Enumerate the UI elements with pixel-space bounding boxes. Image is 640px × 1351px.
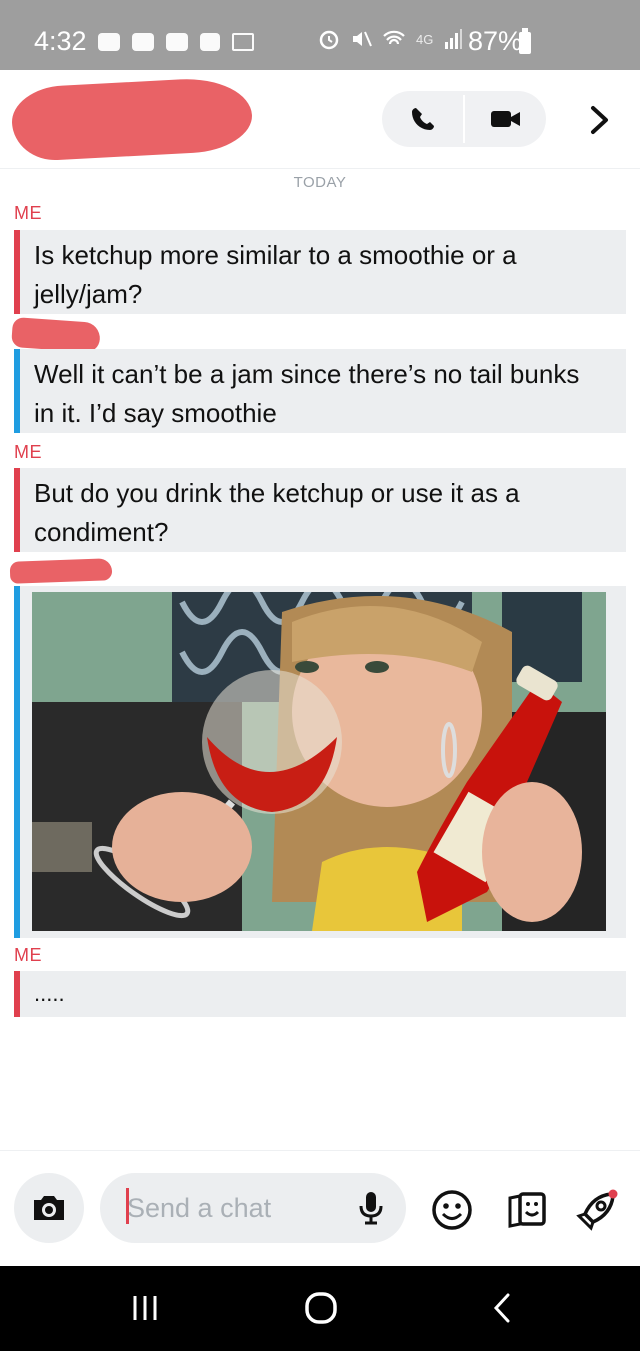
home-button[interactable] bbox=[291, 1286, 351, 1330]
recent-apps-button[interactable] bbox=[115, 1286, 175, 1330]
message-accent-bar bbox=[14, 230, 20, 314]
camera-icon bbox=[34, 1196, 64, 1220]
notification-icon bbox=[98, 33, 120, 51]
recent-apps-icon bbox=[133, 1296, 157, 1320]
microphone-button[interactable] bbox=[356, 1190, 386, 1226]
video-app-icon bbox=[200, 33, 220, 51]
message-bubble[interactable]: Well it can’t be a jam since there’s no … bbox=[14, 349, 626, 433]
message-accent-bar bbox=[14, 586, 20, 938]
camera-button[interactable] bbox=[14, 1173, 84, 1243]
back-icon bbox=[493, 1293, 510, 1323]
games-button[interactable] bbox=[575, 1188, 619, 1232]
message-bubble[interactable]: Is ketchup more similar to a smoothie or… bbox=[14, 230, 626, 314]
home-icon bbox=[305, 1292, 337, 1324]
sender-name-redaction bbox=[9, 558, 113, 584]
status-bar: 4:32 4G 87% bbox=[0, 0, 640, 70]
message-text: Well it can’t be a jam since there’s no … bbox=[34, 359, 580, 428]
header-divider bbox=[0, 168, 640, 169]
shared-photo[interactable] bbox=[32, 592, 606, 931]
status-notification-icons bbox=[98, 33, 254, 51]
text-cursor bbox=[126, 1188, 129, 1224]
sender-label-me: ME bbox=[14, 442, 42, 462]
date-label: TODAY bbox=[293, 174, 347, 191]
system-navigation-bar bbox=[0, 1266, 640, 1351]
phone-icon bbox=[411, 108, 434, 130]
alarm-icon bbox=[319, 30, 339, 50]
voice-call-button[interactable] bbox=[382, 91, 463, 147]
message-text: Is ketchup more similar to a smoothie or… bbox=[34, 240, 517, 309]
video-camera-icon bbox=[490, 111, 520, 127]
mute-icon bbox=[353, 31, 372, 47]
sender-name-redaction bbox=[11, 316, 101, 354]
network-type: 4G bbox=[416, 31, 434, 47]
message-bubble[interactable]: ..... bbox=[14, 971, 626, 1017]
message-accent-bar bbox=[14, 349, 20, 433]
signal-icon bbox=[445, 29, 463, 49]
photo-message[interactable] bbox=[14, 586, 626, 938]
status-system-icons: 4G bbox=[318, 28, 463, 50]
rocket-icon bbox=[576, 1189, 618, 1231]
microphone-icon bbox=[359, 1192, 383, 1225]
sender-label-me: ME bbox=[14, 945, 42, 965]
battery-percent: 87% bbox=[468, 26, 523, 56]
message-text: But do you drink the ketchup or use it a… bbox=[34, 478, 520, 547]
smiley-icon bbox=[432, 1190, 472, 1230]
emoji-button[interactable] bbox=[430, 1188, 474, 1232]
message-accent-bar bbox=[14, 468, 20, 552]
sender-label-me: ME bbox=[14, 203, 42, 223]
stickers-button[interactable] bbox=[505, 1188, 549, 1232]
wifi-icon bbox=[383, 30, 405, 45]
chevron-right-icon bbox=[591, 106, 608, 134]
contact-name-redaction bbox=[10, 75, 254, 163]
bottom-divider bbox=[0, 1150, 640, 1151]
message-accent-bar bbox=[14, 971, 20, 1017]
photo-illustration bbox=[32, 592, 606, 931]
calendar-icon bbox=[232, 33, 254, 51]
notification-icon bbox=[166, 33, 188, 51]
video-call-button[interactable] bbox=[465, 91, 546, 147]
stickers-icon bbox=[508, 1192, 546, 1228]
notification-icon bbox=[132, 33, 154, 51]
message-bubble[interactable]: But do you drink the ketchup or use it a… bbox=[14, 468, 626, 552]
back-button[interactable] bbox=[472, 1286, 532, 1330]
status-time: 4:32 bbox=[34, 26, 87, 56]
more-button[interactable] bbox=[580, 100, 620, 140]
battery-icon bbox=[519, 28, 531, 54]
call-button-group bbox=[382, 91, 546, 147]
message-text: ..... bbox=[34, 981, 65, 1006]
